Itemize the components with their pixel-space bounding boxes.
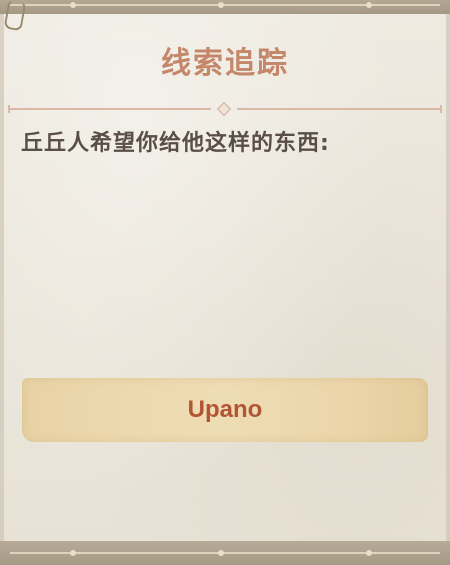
clue-card: 线索追踪 丘丘人希望你给他这样的东西: Upano [0, 0, 450, 565]
answer-banner: Upano [22, 378, 428, 442]
card-title: 线索追踪 [161, 46, 289, 81]
clue-prompt: 丘丘人希望你给他这样的东西: [21, 131, 330, 156]
top-border-dot [70, 2, 76, 8]
divider-line-left [8, 108, 211, 110]
top-border-dot [218, 2, 224, 8]
divider-tick [8, 105, 10, 113]
top-border [0, 0, 450, 14]
bottom-border-dot [218, 550, 224, 556]
left-edge [0, 14, 4, 541]
top-border-dot [366, 2, 372, 8]
bottom-border-dot [70, 550, 76, 556]
divider-tick [440, 105, 442, 113]
bottom-border-dot [366, 550, 372, 556]
divider-line-right [237, 108, 442, 110]
answer-text: Upano [187, 396, 263, 423]
right-edge [446, 14, 450, 541]
title-divider [8, 101, 442, 117]
diamond-divider-icon [216, 101, 232, 117]
paperclip-icon [3, 0, 27, 32]
bottom-border [0, 541, 450, 565]
